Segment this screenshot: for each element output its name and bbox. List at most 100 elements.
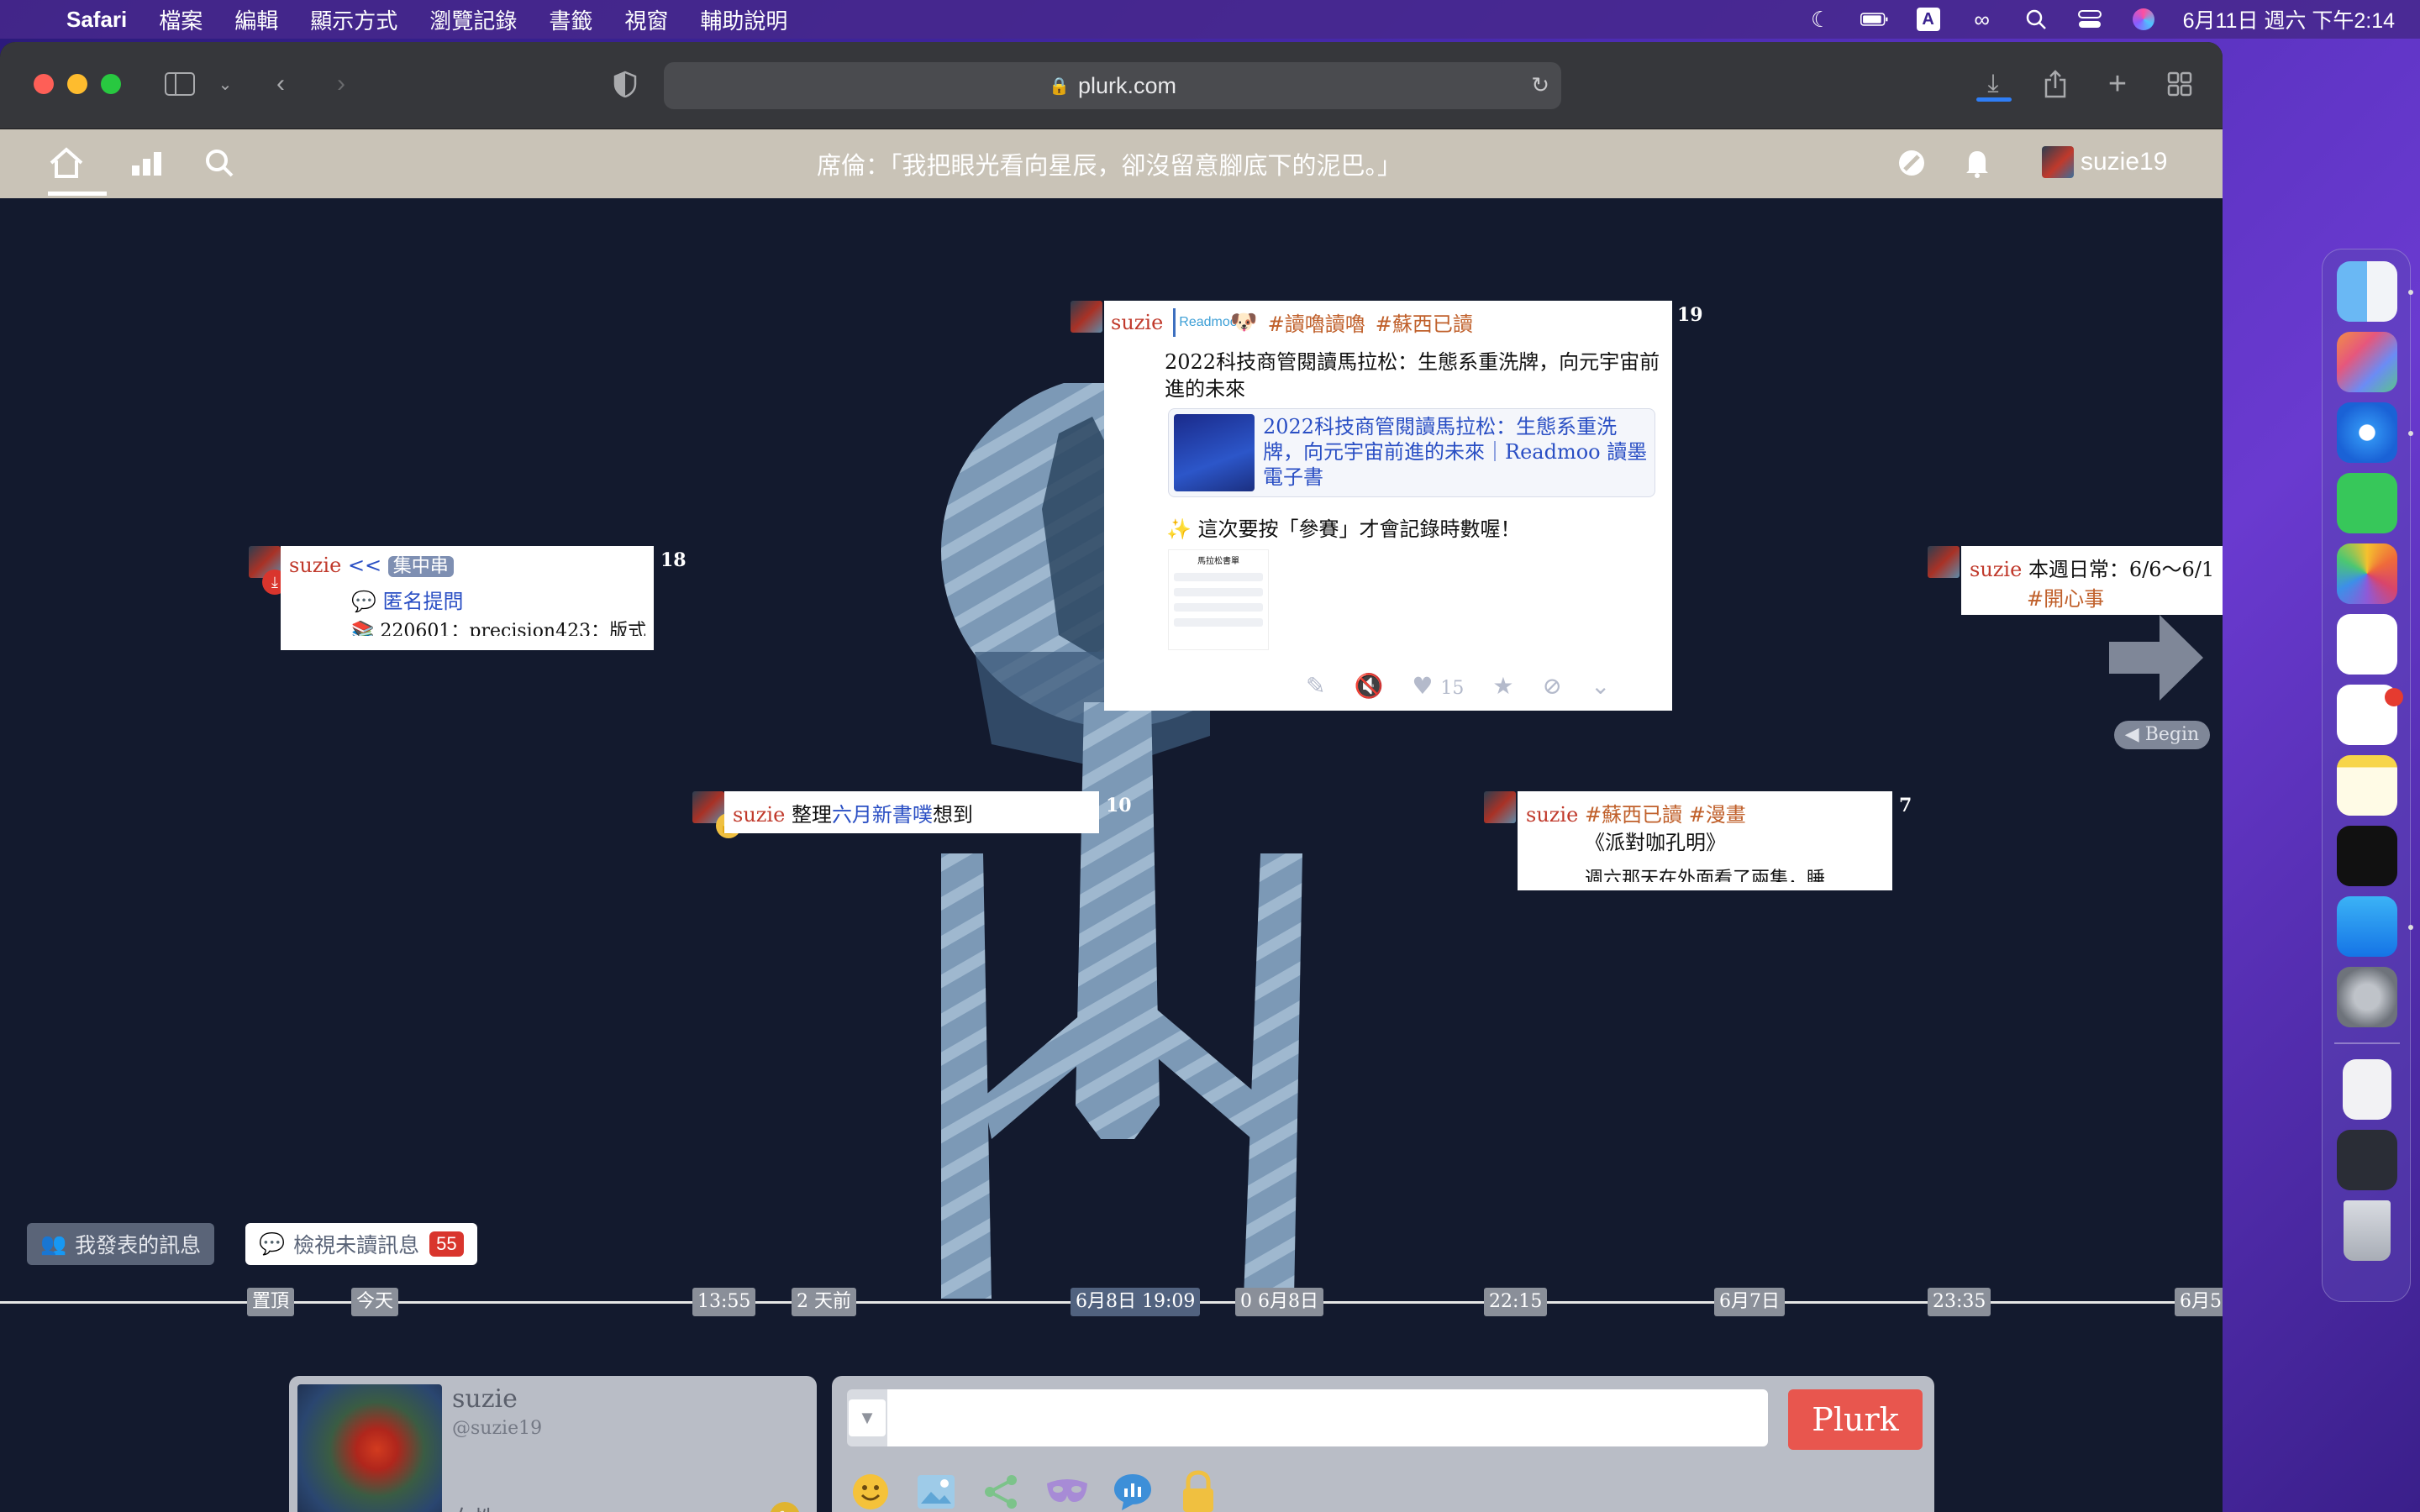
input-source-icon[interactable]: A <box>1914 7 1943 32</box>
sidebar-toggle-icon[interactable] <box>161 67 198 101</box>
plurk-author[interactable]: suzie <box>733 803 785 827</box>
search-icon[interactable] <box>2022 7 2050 32</box>
notes-icon[interactable] <box>2337 755 2397 816</box>
plurk-avatar[interactable] <box>1484 791 1516 823</box>
link-preview-card[interactable]: 2022科技商管閱讀馬拉松：生態系重洗牌，向元宇宙前進的未來｜Readmoo 讀… <box>1168 408 1655 497</box>
response-count[interactable]: 10 <box>1106 795 1132 816</box>
search-icon[interactable] <box>198 144 240 181</box>
system-preferences-icon[interactable] <box>2337 967 2397 1027</box>
address-bar[interactable]: 🔒 plurk.com ↻ <box>664 62 1561 109</box>
plurk-hashtag[interactable]: #開心事 <box>2027 582 2214 612</box>
plurk-author[interactable]: suzie <box>1526 803 1578 827</box>
image-thumbnail[interactable]: 馬拉松書單 <box>1168 549 1269 650</box>
home-icon[interactable] <box>45 144 87 181</box>
time-tick[interactable]: 今天 <box>351 1288 399 1316</box>
photos-icon[interactable] <box>2337 543 2397 604</box>
response-count[interactable]: 18 <box>660 549 687 571</box>
menu-bookmarks[interactable]: 書籤 <box>533 4 608 35</box>
favorite-star-icon[interactable]: ★ <box>1492 672 1513 700</box>
minimize-window-button[interactable] <box>67 74 87 94</box>
image-upload-icon[interactable] <box>914 1470 958 1512</box>
tab-overview-icon[interactable] <box>2161 67 2198 101</box>
launchpad-icon[interactable] <box>2337 332 2397 392</box>
zoom-window-button[interactable] <box>101 74 121 94</box>
menu-help[interactable]: 輔助說明 <box>684 4 803 35</box>
like-button[interactable]: ♥ 15 <box>1412 672 1464 700</box>
edit-profile-icon[interactable]: ✎ <box>770 1502 800 1512</box>
downloads-stack-icon[interactable] <box>2343 1059 2391 1120</box>
back-button[interactable]: ‹ <box>262 67 299 101</box>
plurk-card-expanded[interactable]: suzie Readmoo 🐶 #讀嚕讀嚕 #蘇西已讀 2022科技商管閱讀馬拉… <box>1104 301 1672 711</box>
plurk-submit-button[interactable]: Plurk <box>1788 1389 1923 1450</box>
plurk-card[interactable]: suzie #蘇西已讀 #漫畫 《派對咖孔明》 週六那天在外面看了兩集，睡 <box>1518 791 1892 890</box>
response-count[interactable]: 7 <box>1899 795 1912 816</box>
stats-icon[interactable] <box>126 144 168 181</box>
plurk-timeline[interactable]: ⤓ suzie << 集中串 💬 匿名提問 📚 220601：precision… <box>0 198 2223 1512</box>
reload-icon[interactable]: ↻ <box>1531 72 1549 98</box>
emoticon-icon[interactable] <box>849 1470 892 1512</box>
plurk-author[interactable]: suzie <box>289 554 341 577</box>
view-unread-button[interactable]: 💬 檢視未讀訊息 55 <box>245 1223 477 1265</box>
plurk-card[interactable]: suzie 本週日常：6/6～6/1 #開心事 <box>1961 546 2223 615</box>
menu-window[interactable]: 視窗 <box>608 4 684 35</box>
time-tick[interactable]: 22:15 <box>1484 1288 1548 1316</box>
edit-icon[interactable]: ✎ <box>1306 672 1325 700</box>
safari-icon[interactable] <box>2337 402 2397 463</box>
plurk-tag[interactable]: 集中串 <box>387 556 454 577</box>
recent-screenshot-icon[interactable] <box>2337 1130 2397 1190</box>
finder-icon[interactable] <box>2337 261 2397 322</box>
begin-button[interactable]: ◀ Begin <box>2114 721 2210 749</box>
plurk-hashtag[interactable]: #蘇西已讀 <box>1585 803 1682 827</box>
apple-tv-icon[interactable] <box>2337 826 2397 886</box>
share-icon[interactable] <box>2037 67 2074 101</box>
next-arrow-icon[interactable] <box>2106 612 2207 704</box>
time-tick[interactable]: 2 天前 <box>792 1288 856 1316</box>
siri-icon[interactable] <box>2129 7 2158 32</box>
plurk-avatar[interactable] <box>1071 301 1102 333</box>
time-tick[interactable]: 6月8日 19:09 <box>1071 1288 1201 1316</box>
chevron-down-icon[interactable]: ⌄ <box>207 67 244 101</box>
moon-icon[interactable]: ☾ <box>1807 7 1835 32</box>
time-tick[interactable]: 6月5 <box>2175 1288 2223 1316</box>
menu-app-name[interactable]: Safari <box>50 7 143 33</box>
time-tick[interactable]: 置頂 <box>247 1288 295 1316</box>
qualifier-select[interactable]: ▼ <box>847 1389 887 1446</box>
plurk-input[interactable] <box>887 1389 1768 1446</box>
close-window-button[interactable] <box>34 74 54 94</box>
anonymous-question-link[interactable]: 匿名提問 <box>383 590 464 613</box>
user-menu[interactable]: suzie19 <box>2042 146 2167 178</box>
new-books-link[interactable]: 六月新書噗 <box>832 803 933 827</box>
time-tick[interactable]: 23:35 <box>1928 1288 1991 1316</box>
privacy-shield-icon[interactable] <box>607 67 644 101</box>
forward-button[interactable]: › <box>323 67 360 101</box>
plurk-hashtag[interactable]: #蘇西已讀 <box>1376 307 1473 337</box>
menu-history[interactable]: 瀏覽記錄 <box>413 4 533 35</box>
menu-edit[interactable]: 編輯 <box>218 4 294 35</box>
mute-icon[interactable]: 🔇 <box>1354 672 1383 700</box>
plurk-author[interactable]: suzie <box>1111 311 1163 334</box>
plurk-card[interactable]: suzie 整理六月新書噗想到 <box>724 791 1099 833</box>
messages-icon[interactable] <box>2337 473 2397 533</box>
menu-file[interactable]: 檔案 <box>143 4 218 35</box>
response-count[interactable]: 19 <box>1677 304 1703 326</box>
trash-icon[interactable] <box>2344 1200 2391 1261</box>
karma-icon[interactable] <box>1891 144 1933 181</box>
app-store-icon[interactable] <box>2337 896 2397 957</box>
plurk-card-pinned[interactable]: suzie << 集中串 💬 匿名提問 📚 220601：precision42… <box>281 546 654 650</box>
control-center-icon[interactable] <box>2075 7 2104 32</box>
menu-view[interactable]: 顯示方式 <box>294 4 413 35</box>
plurk-avatar[interactable] <box>1928 546 1960 578</box>
plurk-hashtag[interactable]: #漫畫 <box>1689 803 1746 827</box>
new-tab-icon[interactable]: + <box>2099 66 2136 102</box>
replurk-icon[interactable]: ⊘ <box>1542 672 1561 700</box>
profile-avatar[interactable] <box>297 1384 442 1512</box>
calendar-icon[interactable] <box>2337 614 2397 675</box>
downloads-icon[interactable]: ⤓ <box>1975 67 2012 101</box>
menu-clock[interactable]: 6月11日 週六 下午2:14 <box>2183 4 2395 34</box>
poll-bubble-icon[interactable] <box>1111 1470 1155 1512</box>
share-nodes-icon[interactable] <box>980 1470 1023 1512</box>
privacy-lock-icon[interactable] <box>1176 1470 1220 1512</box>
time-tick[interactable]: 0 6月8日 <box>1235 1288 1323 1316</box>
link-icon[interactable]: ∞ <box>1968 7 1996 32</box>
battery-icon[interactable] <box>1860 7 1889 32</box>
